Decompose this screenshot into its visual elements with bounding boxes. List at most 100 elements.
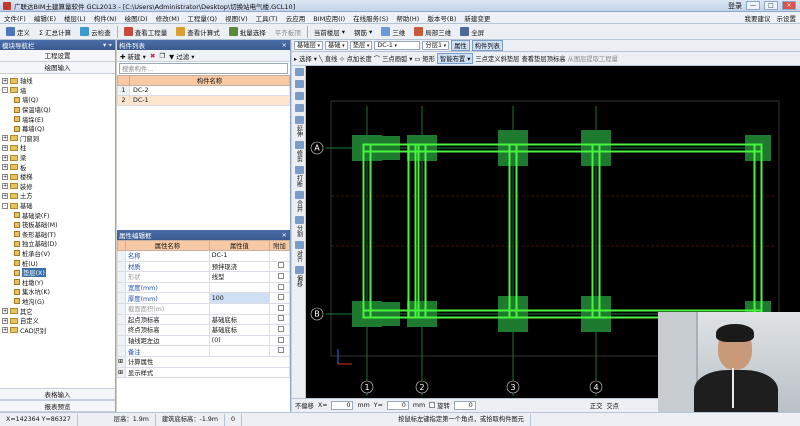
menu-item-file[interactable]: 文件(F): [0, 13, 30, 23]
tree-item[interactable]: - 基础: [2, 201, 115, 211]
login-link[interactable]: 登录: [728, 1, 742, 11]
3d-button[interactable]: 三维: [377, 25, 409, 39]
select-button[interactable]: ▸ 选择 ▾: [294, 54, 317, 63]
restore-button[interactable]: □: [764, 1, 778, 10]
batch-select-button[interactable]: 批量选择: [225, 25, 270, 39]
modify-tool-6[interactable]: 偏移: [292, 264, 306, 289]
table-input-button[interactable]: 表格输入: [0, 388, 115, 400]
modify-tool-4[interactable]: 分割: [292, 214, 306, 239]
new-component-button[interactable]: ✚ 新建 ▾: [120, 51, 146, 61]
extra-checkbox[interactable]: [269, 302, 290, 315]
expand-icon[interactable]: +: [2, 327, 8, 334]
rotate-checkbox[interactable]: 旋转: [429, 401, 450, 410]
line-button[interactable]: ╲ 直线: [319, 54, 337, 63]
intersect-toggle[interactable]: 交点: [606, 401, 619, 410]
expand-icon[interactable]: +: [2, 144, 8, 151]
collapse-icon[interactable]: -: [2, 87, 8, 94]
component-select[interactable]: DC-1: [374, 41, 421, 50]
tree-item[interactable]: + 装修: [2, 182, 115, 192]
tree-item[interactable]: 地沟(G): [2, 297, 115, 307]
extra-checkbox[interactable]: [269, 250, 290, 262]
modify-tool-0[interactable]: 延伸: [292, 114, 306, 139]
menu-item-modify[interactable]: 修改(M): [152, 13, 184, 23]
menu-item-bim[interactable]: BIM应用(I): [309, 13, 349, 23]
expand-icon[interactable]: +: [2, 192, 8, 199]
tree-item[interactable]: 筏板基础(M): [2, 220, 115, 230]
define-button[interactable]: 定义: [2, 25, 34, 39]
property-row[interactable]: 轴线距左边 (0): [117, 334, 290, 347]
rotate-input[interactable]: 0: [453, 401, 476, 410]
close-icon[interactable]: ×: [282, 231, 290, 239]
expand-icon[interactable]: ⊞: [117, 366, 126, 379]
extra-checkbox[interactable]: [269, 271, 290, 283]
modify-tool-2[interactable]: 打断: [292, 164, 306, 189]
ortho-toggle[interactable]: 正交: [590, 401, 603, 410]
expand-icon[interactable]: +: [2, 154, 8, 161]
y-offset-input[interactable]: 0: [386, 401, 409, 410]
copy-component-icon[interactable]: ❐: [159, 52, 165, 60]
property-value[interactable]: [208, 281, 271, 294]
tree-item[interactable]: + 门窗洞: [2, 134, 115, 144]
drawing-input-button[interactable]: 绘图输入: [0, 62, 115, 74]
view-formula-button[interactable]: 查看计算式: [172, 25, 224, 39]
property-value[interactable]: 线型: [208, 271, 271, 283]
report-preview-button[interactable]: 报表预览: [0, 400, 115, 412]
menu-item-draw[interactable]: 绘图(D): [121, 13, 152, 23]
property-row[interactable]: 名称 DC-1: [117, 250, 290, 262]
tree-item[interactable]: 桩承台(V): [2, 249, 115, 259]
extra-checkbox[interactable]: [269, 281, 290, 294]
three-point-slope-button[interactable]: 三点定义斜垫层: [475, 54, 519, 63]
rectangle-button[interactable]: ▭ 矩形: [414, 54, 435, 63]
display-settings-link[interactable]: 示设置: [777, 13, 797, 23]
extra-checkbox[interactable]: [269, 334, 290, 347]
property-row[interactable]: ⊞ 计算属性: [117, 355, 290, 368]
menu-item-help[interactable]: 帮助(H): [392, 13, 423, 23]
menu-item-cloud[interactable]: 云应用: [282, 13, 310, 23]
tree-item[interactable]: + 轴线: [2, 76, 115, 86]
tree-item[interactable]: + 梁: [2, 153, 115, 163]
expand-icon[interactable]: +: [2, 164, 8, 171]
rebar-button[interactable]: 钢筋 ▾: [350, 25, 376, 39]
modify-tool-icon[interactable]: [292, 78, 306, 90]
tree-item[interactable]: 保温墙(Q): [2, 105, 115, 115]
tree-item[interactable]: 桩(U): [2, 258, 115, 268]
tree-item[interactable]: + 板: [2, 162, 115, 172]
expand-icon[interactable]: +: [2, 77, 8, 84]
tree-item[interactable]: + 土方: [2, 191, 115, 201]
property-row[interactable]: 起点顶标高 基础底标: [117, 313, 290, 326]
view-top-elev-button[interactable]: 查看垫层顶标高: [521, 54, 565, 63]
tree-item[interactable]: + 其它: [2, 306, 115, 316]
component-search-input[interactable]: 搜索构件...: [119, 63, 288, 74]
view-quantity-button[interactable]: 查看工程量: [120, 25, 172, 39]
tree-item[interactable]: + 自定义: [2, 316, 115, 326]
tree-item[interactable]: + 楼梯: [2, 172, 115, 182]
align-slab-top-button[interactable]: 平齐板顶: [271, 25, 305, 39]
expand-icon[interactable]: +: [2, 183, 8, 190]
tree-item[interactable]: + 柱: [2, 143, 115, 153]
offset-select[interactable]: 不偏移: [295, 401, 314, 410]
collapse-icon[interactable]: -: [2, 202, 8, 209]
modify-tool-icon[interactable]: [292, 102, 306, 114]
smart-layout-button[interactable]: 智能布置 ▾: [437, 53, 474, 64]
tree-item[interactable]: 墙(Q): [2, 95, 115, 105]
project-settings-button[interactable]: 工程设置: [0, 50, 115, 62]
component-list-button[interactable]: 构件列表: [471, 40, 503, 51]
menu-item-version[interactable]: 版本号(B): [423, 13, 460, 23]
suggest-link[interactable]: 我要建议: [745, 13, 771, 23]
close-button[interactable]: ×: [782, 1, 796, 10]
expand-icon[interactable]: +: [2, 135, 8, 142]
property-value[interactable]: 基础底标: [208, 313, 271, 326]
menu-item-quantity[interactable]: 工程量(Q): [183, 13, 221, 23]
property-row[interactable]: 截面面积(m): [117, 302, 290, 315]
minimize-button[interactable]: —: [746, 1, 760, 10]
menu-item-tools[interactable]: 工具(T): [252, 13, 282, 23]
property-row[interactable]: 形状 线型: [117, 271, 290, 283]
point-length-button[interactable]: ⊹ 点加长度: [339, 54, 371, 63]
type-select[interactable]: 垫层: [349, 41, 373, 50]
modify-tool-icon[interactable]: [292, 66, 306, 78]
expand-icon[interactable]: +: [2, 317, 8, 324]
property-row[interactable]: 宽度(mm): [117, 281, 290, 294]
extract-from-layer-button[interactable]: 从图层提取工程量: [568, 54, 618, 63]
delete-component-icon[interactable]: ✖: [150, 52, 155, 60]
fullscreen-button[interactable]: 全屏: [456, 25, 488, 39]
